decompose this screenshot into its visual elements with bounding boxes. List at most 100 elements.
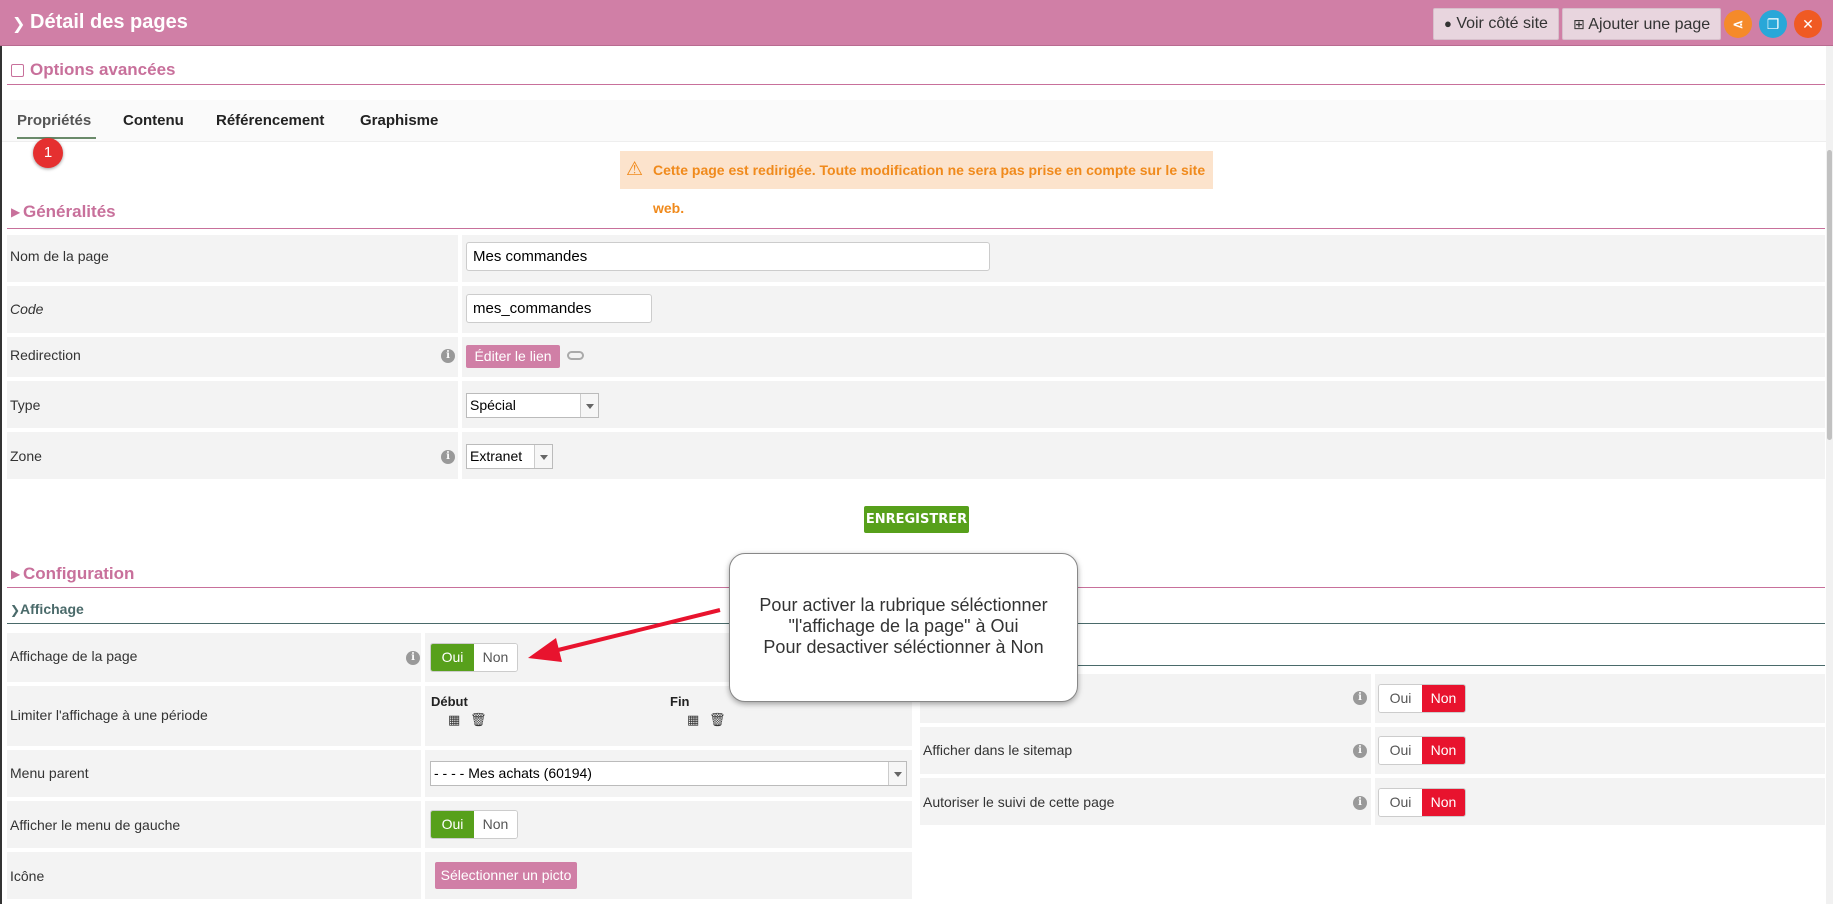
chevron-down-icon [888,762,906,785]
calendar-icon[interactable]: ▦ [448,712,460,728]
type-label: Type [10,397,41,413]
info-icon[interactable]: i [441,450,455,464]
info-icon[interactable]: i [1353,796,1367,810]
no-option[interactable]: Non [1422,789,1465,816]
yes-option[interactable]: Oui [1379,685,1422,712]
chevron-down-icon [534,445,552,468]
save-button[interactable]: ENREGISTRER [864,506,969,533]
tab-graphics[interactable]: Graphisme [360,112,438,129]
divider [7,84,1825,85]
yes-option[interactable]: Oui [431,644,474,671]
type-select[interactable]: Spécial [466,393,599,418]
page-name-input[interactable]: Mes commandes [466,242,990,271]
code-input[interactable]: mes_commandes [466,294,652,323]
sitemap-label: Afficher dans le sitemap [923,742,1073,758]
row-value-cell [462,337,1825,377]
row-label-cell [7,381,458,428]
no-option[interactable]: Non [474,644,517,671]
edit-link-button[interactable]: Éditer le lien [466,345,560,368]
callout-line: Pour desactiver séléctionner à Non [763,637,1044,657]
start-label: Début [431,694,468,709]
step-badge: 1 [33,138,63,168]
calendar-icon[interactable]: ▦ [687,712,699,728]
scrollbar-thumb[interactable] [1827,150,1832,440]
globe-icon: ● [1444,16,1452,31]
divider [7,228,1825,229]
window-header: ❯ Détail des pages ● Voir côté site ⊞ Aj… [0,0,1833,46]
tab-properties[interactable]: Propriétés [17,112,91,129]
redirection-label: Redirection [10,347,81,363]
code-label: Code [10,301,44,317]
add-page-label: Ajouter une page [1588,16,1711,33]
callout-line: "l'affichage de la page" à Oui [788,616,1019,636]
page-name-value: Mes commandes [473,248,588,265]
caret-right-icon: ▶ [11,205,21,219]
parent-menu-value: - - - - Mes achats (60194) [434,765,592,781]
left-menu-toggle[interactable]: Oui Non [430,810,518,839]
sitemap-toggle[interactable]: Oui Non [1378,736,1466,765]
page-name-label: Nom de la page [10,248,109,264]
limit-period-label: Limiter l'affichage à une période [10,707,208,723]
warning-icon: ⚠ [626,159,644,180]
tracking-label: Autoriser le suivi de cette page [923,794,1115,810]
info-icon[interactable]: i [406,651,420,665]
info-icon[interactable]: i [1353,691,1367,705]
icon-label: Icône [10,868,45,884]
chevron-right-icon: ❯ [12,16,26,33]
yes-option[interactable]: Oui [1379,789,1422,816]
share-icon[interactable]: ⋖ [1724,10,1752,38]
active-tab-indicator [17,137,96,139]
end-label: Fin [670,694,690,709]
trash-icon[interactable]: 🗑 [709,712,726,728]
tab-content[interactable]: Contenu [123,112,184,129]
left-menu-label: Afficher le menu de gauche [10,817,181,833]
annotation-arrow [528,608,721,662]
tab-seo[interactable]: Référencement [216,112,324,129]
configuration-title[interactable]: Configuration [23,564,134,584]
zone-label: Zone [10,448,42,464]
view-site-label: Voir côté site [1456,15,1548,32]
row-label-cell [7,432,458,479]
row-value-cell [462,286,1825,333]
row-label-cell [7,852,421,899]
select-picto-button[interactable]: Sélectionner un picto [435,862,577,889]
duplicate-icon[interactable]: ❐ [1759,10,1787,38]
yes-option[interactable]: Oui [1379,737,1422,764]
no-option[interactable]: Non [1422,685,1465,712]
affichage-title[interactable]: Affichage [20,601,84,617]
page-display-label: Affichage de la page [10,648,138,664]
tracking-toggle[interactable]: Oui Non [1378,788,1466,817]
info-icon[interactable]: i [441,349,455,363]
chevron-right-icon: ❯ [10,603,21,617]
annotation-callout: Pour activer la rubrique séléctionner "l… [729,553,1078,702]
row-value-cell [462,432,1825,479]
plus-square-icon: ⊞ [1573,16,1585,32]
zone-select[interactable]: Extranet [466,444,553,469]
view-site-button[interactable]: ● Voir côté site [1433,8,1559,40]
code-value: mes_commandes [473,300,592,317]
callout-line: Pour activer la rubrique séléctionner [759,595,1048,615]
close-icon[interactable]: ✕ [1794,10,1822,38]
window-edge [0,46,2,904]
hidden-option-toggle[interactable]: Oui Non [1378,684,1466,713]
info-icon[interactable]: i [1353,744,1367,758]
parent-menu-select[interactable]: - - - - Mes achats (60194) [430,761,907,786]
row-label-cell [7,286,458,333]
zone-value: Extranet [470,448,523,464]
generalities-title[interactable]: Généralités [23,202,116,222]
add-page-button[interactable]: ⊞ Ajouter une page [1562,8,1722,40]
advanced-options-title[interactable]: Options avancées [30,60,176,80]
redirect-warning: ⚠ Cette page est redirigée. Toute modifi… [620,151,1213,216]
parent-menu-label: Menu parent [10,765,89,781]
yes-option[interactable]: Oui [431,811,474,838]
unlink-icon[interactable] [567,351,584,360]
no-option[interactable]: Non [1422,737,1465,764]
caret-right-icon: ▶ [11,567,21,581]
chevron-down-icon [580,394,598,417]
warning-text: Cette page est redirigée. Toute modifica… [653,162,1206,216]
page-display-toggle[interactable]: Oui Non [430,643,518,672]
type-value: Spécial [470,397,516,413]
trash-icon[interactable]: 🗑 [470,712,487,728]
no-option[interactable]: Non [474,811,517,838]
collapse-icon[interactable] [11,64,24,77]
